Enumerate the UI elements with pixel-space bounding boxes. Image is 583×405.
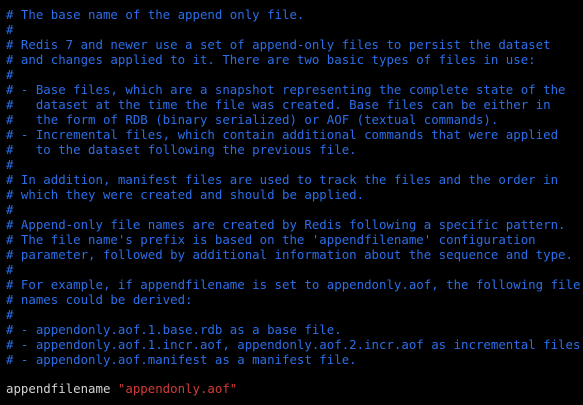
terminal-window[interactable]: # The base name of the append only file.… bbox=[0, 0, 583, 405]
config-comment-block: # The base name of the append only file.… bbox=[6, 7, 583, 367]
comment-line: # parameter, followed by additional info… bbox=[6, 247, 573, 262]
comment-line: # - Base files, which are a snapshot rep… bbox=[6, 82, 566, 97]
comment-line: # bbox=[6, 202, 14, 217]
config-key: appendfilename bbox=[6, 381, 111, 396]
comment-line: # For example, if appendfilename is set … bbox=[6, 277, 581, 292]
comment-line: # bbox=[6, 22, 14, 37]
comment-line: # which they were created and should be … bbox=[6, 187, 365, 202]
comment-line: # The base name of the append only file. bbox=[6, 7, 305, 22]
comment-line: # dataset at the time the file was creat… bbox=[6, 97, 551, 112]
comment-line: # - appendonly.aof.1.incr.aof, appendonl… bbox=[6, 337, 583, 352]
comment-line: # Redis 7 and newer use a set of append-… bbox=[6, 37, 551, 52]
comment-line: # In addition, manifest files are used t… bbox=[6, 172, 559, 187]
comment-line: # - Incremental files, which contain add… bbox=[6, 127, 559, 142]
comment-line: # Append-only file names are created by … bbox=[6, 217, 566, 232]
comment-line: # names could be derived: bbox=[6, 292, 193, 307]
comment-line: # - appendonly.aof.1.base.rdb as a base … bbox=[6, 322, 342, 337]
comment-line: # - appendonly.aof.manifest as a manifes… bbox=[6, 352, 357, 367]
comment-line: # the form of RDB (binary serialized) or… bbox=[6, 112, 499, 127]
comment-line: # to the dataset following the previous … bbox=[6, 142, 357, 157]
comment-line: # bbox=[6, 262, 14, 277]
comment-line: # bbox=[6, 67, 14, 82]
appendfilename-directive[interactable]: appendfilename "appendonly.aof" bbox=[6, 381, 237, 396]
config-value: "appendonly.aof" bbox=[117, 381, 238, 396]
comment-line: # bbox=[6, 307, 14, 322]
comment-line: # The file name's prefix is based on the… bbox=[6, 232, 536, 247]
comment-line: # and changes applied to it. There are t… bbox=[6, 52, 536, 67]
comment-line: # bbox=[6, 157, 14, 172]
